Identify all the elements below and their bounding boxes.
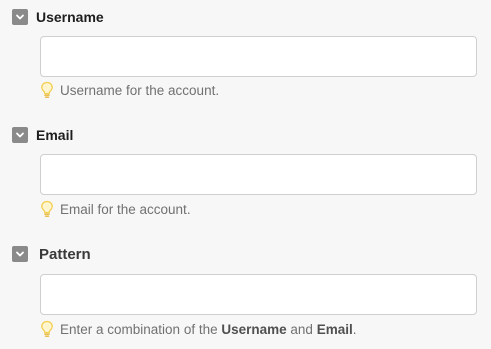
lightbulb-icon	[41, 320, 53, 337]
email-hint: Email for the account.	[40, 200, 191, 218]
pattern-label: Pattern	[39, 245, 91, 263]
chevron-down-icon[interactable]	[12, 127, 28, 143]
pattern-hint-username-ref: Username	[221, 321, 287, 337]
chevron-down-icon[interactable]	[12, 246, 28, 262]
chevron-down-icon[interactable]	[12, 9, 28, 25]
pattern-hint: Enter a combination of the Username and …	[40, 320, 356, 338]
username-field-header: Username	[12, 8, 104, 26]
pattern-field-header: Pattern	[12, 245, 91, 263]
pattern-input[interactable]	[40, 274, 477, 315]
username-hint-text: Username for the account.	[60, 82, 220, 98]
lightbulb-icon	[41, 200, 53, 217]
pattern-hint-email-ref: Email	[316, 321, 353, 337]
pattern-hint-text: Enter a combination of the Username and …	[60, 322, 356, 337]
email-label: Email	[36, 127, 74, 143]
username-input[interactable]	[40, 36, 477, 77]
username-hint: Username for the account.	[40, 81, 219, 99]
pattern-hint-suffix: .	[352, 321, 357, 337]
lightbulb-icon	[41, 81, 53, 98]
username-label: Username	[36, 9, 104, 25]
email-field-header: Email	[12, 126, 73, 144]
pattern-hint-prefix: Enter a combination of the	[60, 321, 222, 337]
email-hint-text: Email for the account.	[60, 201, 191, 217]
email-input[interactable]	[40, 154, 477, 195]
pattern-hint-middle: and	[286, 321, 317, 337]
